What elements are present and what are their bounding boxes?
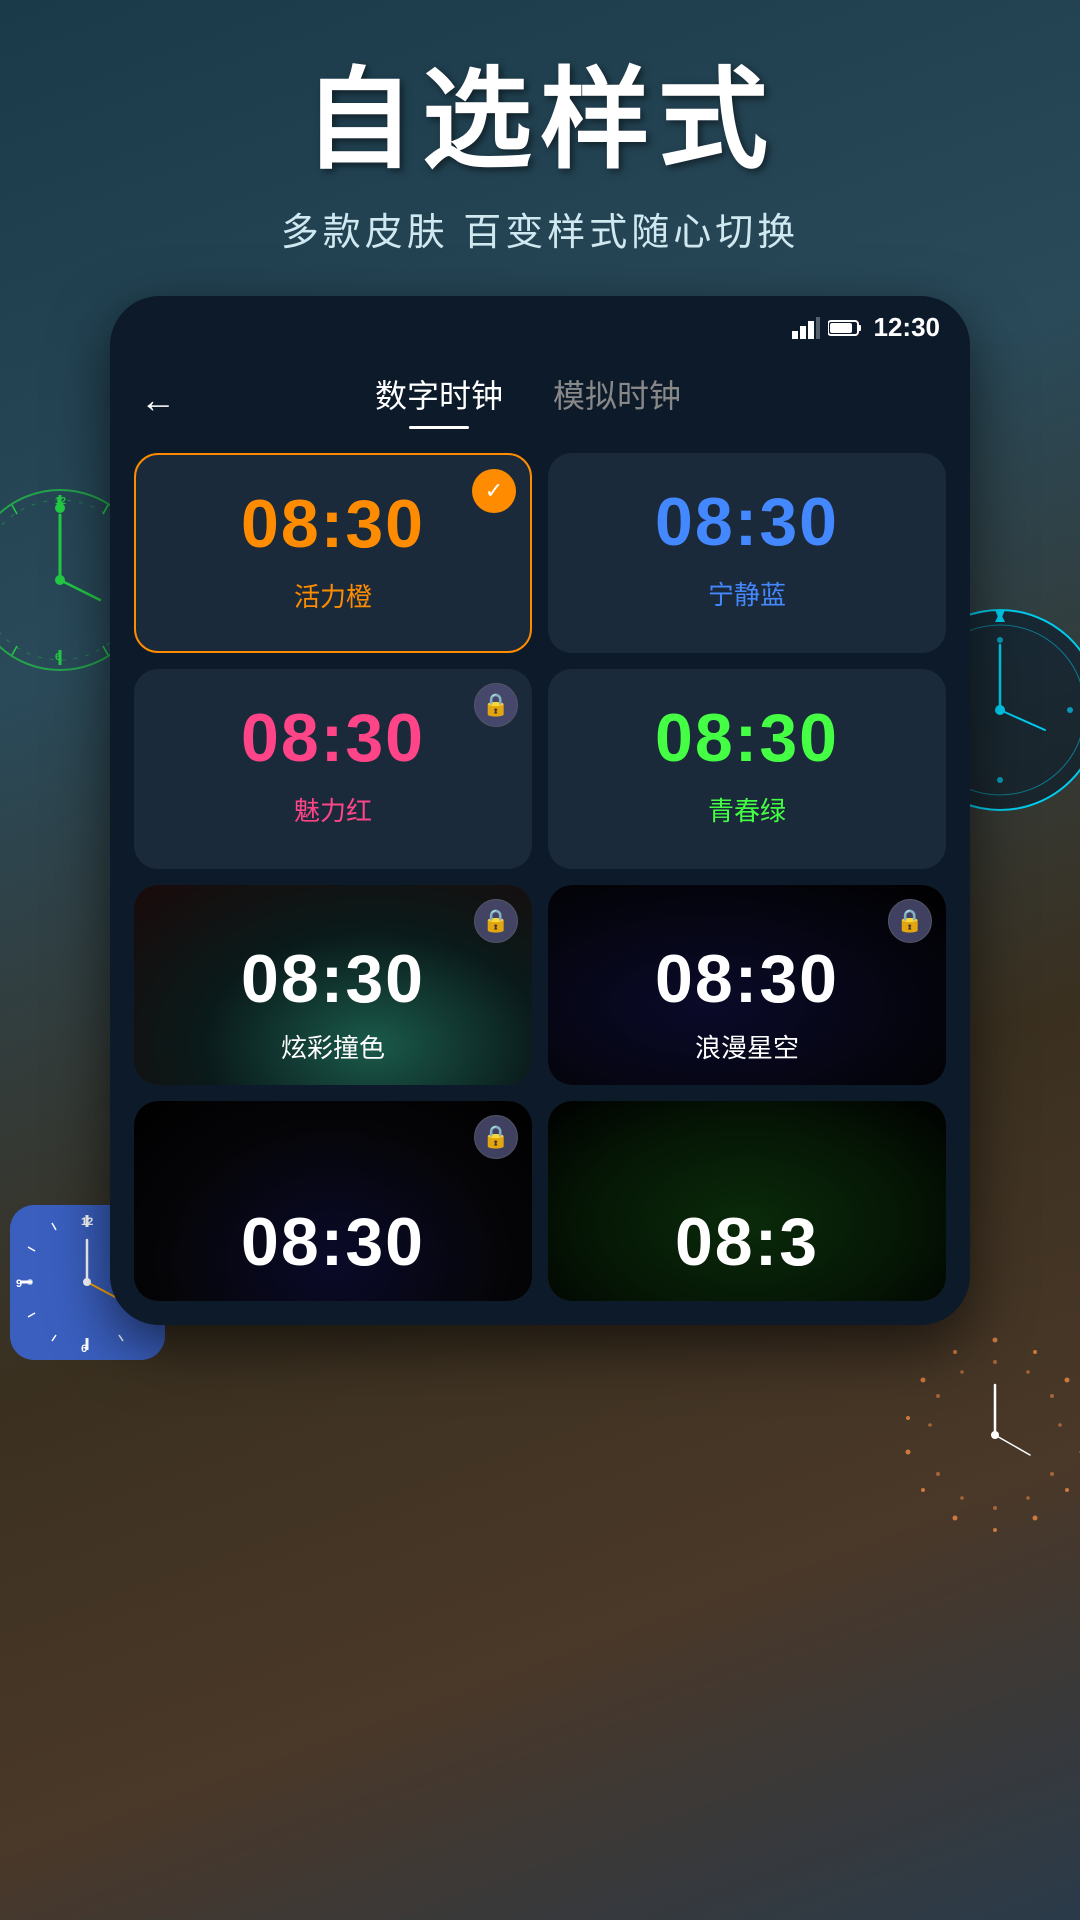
top-nav: ← 数字时钟 模拟时钟 bbox=[110, 351, 970, 429]
skins-grid: ✓ 08:30 活力橙 08:30 宁静蓝 🔒 08:30 魅力红 08:30 … bbox=[110, 429, 970, 1325]
skin-card-blue[interactable]: 08:30 宁静蓝 bbox=[548, 453, 946, 653]
tab-digital-clock[interactable]: 数字时钟 bbox=[375, 371, 503, 429]
skin-card-space[interactable]: 🔒 08:30 浪漫星空 bbox=[548, 885, 946, 1085]
lock-badge-planet: 🔒 bbox=[474, 899, 518, 943]
status-icons bbox=[792, 317, 862, 339]
lock-badge-space: 🔒 bbox=[888, 899, 932, 943]
skin-card-green[interactable]: 08:30 青春绿 bbox=[548, 669, 946, 869]
skin-time-planet: 08:30 bbox=[241, 940, 425, 1018]
lock-badge-sparkle: 🔒 bbox=[474, 1115, 518, 1159]
status-bar: 12:30 bbox=[110, 296, 970, 351]
skin-card-pink[interactable]: 🔒 08:30 魅力红 bbox=[134, 669, 532, 869]
skin-time-pink: 08:30 bbox=[241, 699, 425, 777]
subtitle: 多款皮肤 百变样式随心切换 bbox=[0, 201, 1080, 256]
skin-label-space: 浪漫星空 bbox=[695, 1028, 799, 1065]
svg-text:6: 6 bbox=[81, 1343, 87, 1355]
lock-badge-pink: 🔒 bbox=[474, 683, 518, 727]
nav-tabs: 数字时钟 模拟时钟 bbox=[206, 371, 850, 429]
bg-spiral-clock bbox=[890, 1330, 1080, 1540]
skin-card-orange[interactable]: ✓ 08:30 活力橙 bbox=[134, 453, 532, 653]
svg-text:12: 12 bbox=[55, 496, 67, 507]
skin-time-green: 08:30 bbox=[655, 699, 839, 777]
signal-icon bbox=[792, 317, 820, 339]
skin-card-dark-green[interactable]: 08:3 bbox=[548, 1101, 946, 1301]
svg-text:9: 9 bbox=[16, 1278, 22, 1290]
skin-label-blue: 宁静蓝 bbox=[708, 575, 786, 612]
skin-label-pink: 魅力红 bbox=[294, 791, 372, 828]
svg-text:6: 6 bbox=[55, 652, 61, 663]
skin-label-orange: 活力橙 bbox=[294, 577, 372, 614]
skin-label-planet: 炫彩撞色 bbox=[281, 1028, 385, 1065]
skin-time-sparkle: 08:30 bbox=[241, 1203, 425, 1281]
skin-time-blue: 08:30 bbox=[655, 483, 839, 561]
skin-time-dark-green: 08:3 bbox=[675, 1203, 819, 1281]
skin-time-orange: 08:30 bbox=[241, 485, 425, 563]
svg-text:12: 12 bbox=[81, 1216, 93, 1228]
header-section: 自选样式 多款皮肤 百变样式随心切换 bbox=[0, 0, 1080, 296]
main-title: 自选样式 bbox=[0, 60, 1080, 181]
status-time: 12:30 bbox=[874, 312, 941, 343]
tab-analog-clock[interactable]: 模拟时钟 bbox=[553, 371, 681, 429]
skin-card-planet[interactable]: 🔒 08:30 炫彩撞色 bbox=[134, 885, 532, 1085]
selected-badge: ✓ bbox=[472, 469, 516, 513]
phone-mockup: 12:30 ← 数字时钟 模拟时钟 ✓ 08:30 活力橙 08:30 宁静蓝 … bbox=[110, 296, 970, 1325]
skin-card-sparkle[interactable]: 🔒 08:30 bbox=[134, 1101, 532, 1301]
battery-icon bbox=[828, 319, 862, 337]
back-button[interactable]: ← bbox=[140, 379, 176, 421]
skin-time-space: 08:30 bbox=[655, 940, 839, 1018]
skin-label-green: 青春绿 bbox=[708, 791, 786, 828]
